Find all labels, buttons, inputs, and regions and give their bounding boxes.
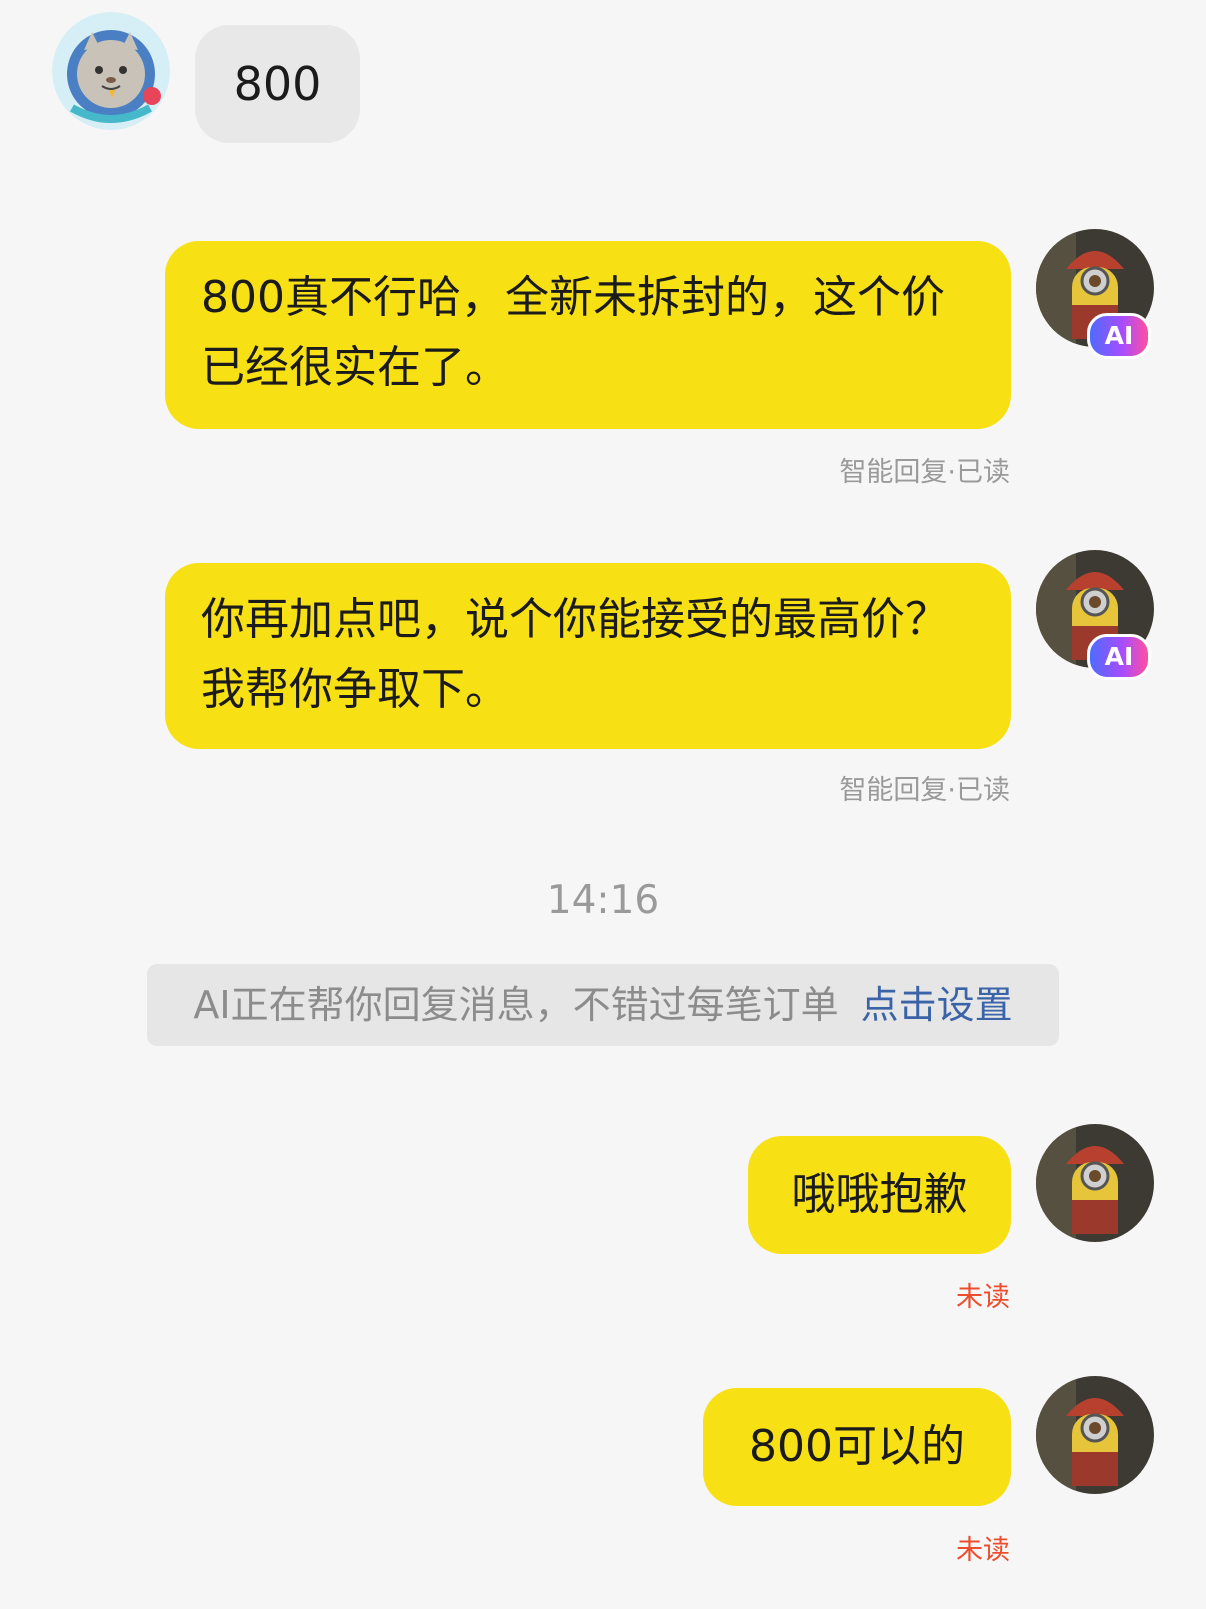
cat-avatar-icon xyxy=(52,12,170,130)
seller-avatar[interactable] xyxy=(1036,1376,1154,1494)
minion-avatar-icon xyxy=(1036,1124,1154,1242)
ai-badge: AI xyxy=(1087,634,1151,680)
notice-text: AI正在帮你回复消息，不错过每笔订单 xyxy=(193,983,839,1027)
message-text: 800可以的 xyxy=(749,1421,965,1472)
seller-message-bubble[interactable]: 800真不行哈，全新未拆封的，这个价已经很实在了。 xyxy=(165,241,1011,429)
seller-avatar[interactable] xyxy=(1036,1124,1154,1242)
ai-reply-notice: AI正在帮你回复消息，不错过每笔订单 点击设置 xyxy=(147,964,1059,1046)
chat-timestamp: 14:16 xyxy=(546,878,660,923)
message-text: 800真不行哈，全新未拆封的，这个价已经很实在了。 xyxy=(201,272,945,393)
message-status: 智能回复·已读 xyxy=(839,775,1010,806)
seller-message-bubble[interactable]: 你再加点吧，说个你能接受的最高价？我帮你争取下。 xyxy=(165,563,1011,749)
minion-avatar-icon xyxy=(1036,1376,1154,1494)
seller-message-bubble[interactable]: 哦哦抱歉 xyxy=(748,1136,1011,1254)
buyer-message-bubble[interactable]: 800 xyxy=(195,25,360,143)
seller-message-bubble[interactable]: 800可以的 xyxy=(703,1388,1011,1506)
message-text: 哦哦抱歉 xyxy=(791,1169,968,1220)
message-text: 800 xyxy=(233,57,322,111)
unread-status: 未读 xyxy=(956,1282,1010,1313)
buyer-avatar[interactable] xyxy=(52,12,170,130)
settings-link[interactable]: 点击设置 xyxy=(861,983,1013,1027)
message-status: 智能回复·已读 xyxy=(839,457,1010,488)
message-text: 你再加点吧，说个你能接受的最高价？我帮你争取下。 xyxy=(201,594,949,715)
unread-status: 未读 xyxy=(956,1535,1010,1566)
ai-badge: AI xyxy=(1087,313,1151,359)
